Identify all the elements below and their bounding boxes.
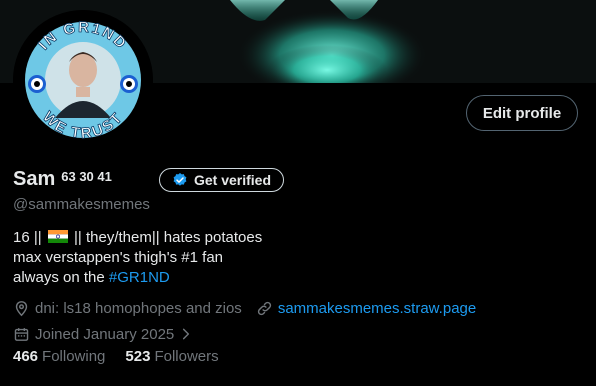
bio-line3-start: always on the [13,269,105,286]
edit-profile-button[interactable]: Edit profile [466,95,578,131]
link-icon [256,300,273,317]
profile-website[interactable]: sammakesmemes.straw.page [256,300,476,317]
profile-bio: 16 || || they/them|| hates potatoes max … [13,228,262,288]
calendar-icon [13,326,30,343]
profile-location-text: dni: ls18 homophopes and zios [35,299,242,317]
profile-website-link[interactable]: sammakesmemes.straw.page [278,300,476,317]
followers-link[interactable]: 523 Followers [125,348,218,365]
get-verified-button[interactable]: Get verified [159,168,284,192]
following-label: Following [42,348,106,365]
following-count: 466 [13,348,39,365]
profile-location: dni: ls18 homophopes and zios [13,300,242,317]
evil-eye-right-icon [120,75,138,93]
bio-line2: max verstappen's thigh's #1 fan [13,249,224,266]
profile-meta: dni: ls18 homophopes and zios sammakesme… [13,298,490,350]
get-verified-label: Get verified [193,172,272,188]
profile-display-name: Sam [13,168,56,190]
evil-eye-left-icon [28,75,46,93]
profile-name-superscript: 63 30 41 [61,169,112,184]
bio-line1-start: 16 || [13,229,42,246]
verified-badge-icon [172,172,188,188]
profile-avatar[interactable]: IN GR1ND WE TRUST [13,10,153,150]
profile-handle: @sammakesmemes [13,196,150,213]
bio-line1-end: || they/them|| hates potatoes [74,229,263,246]
profile-joined-text: Joined January 2025 [35,325,175,343]
bio-hashtag-link[interactable]: #GR1ND [109,269,170,286]
profile-name-row: Sam 63 30 41 [13,168,112,192]
profile-follow-stats: 466 Following 523 Followers [13,348,219,365]
profile-joined[interactable]: Joined January 2025 [13,326,193,343]
followers-label: Followers [154,348,219,365]
chevron-right-icon [179,327,193,341]
following-link[interactable]: 466 Following [13,348,105,365]
followers-count: 523 [125,348,151,365]
india-flag-icon [47,230,68,243]
location-pin-icon [13,300,30,317]
